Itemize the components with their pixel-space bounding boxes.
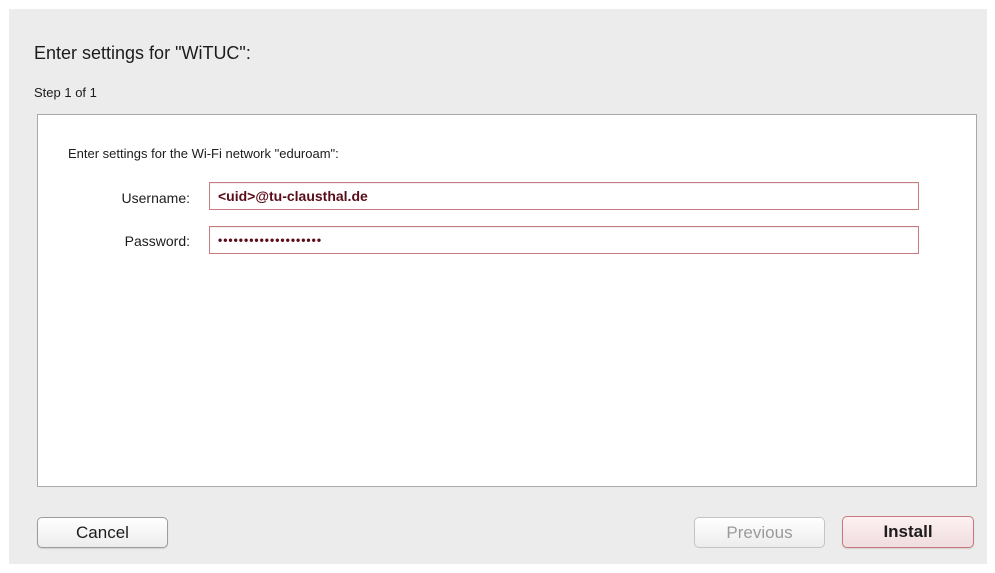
panel-heading: Enter settings for the Wi-Fi network "ed…	[68, 146, 339, 161]
dialog-title: Enter settings for "WiTUC":	[34, 43, 251, 63]
previous-button[interactable]: Previous	[694, 517, 825, 548]
step-indicator: Step 1 of 1	[34, 85, 97, 100]
cancel-button[interactable]: Cancel	[37, 517, 168, 548]
settings-panel: Enter settings for the Wi-Fi network "ed…	[37, 114, 977, 487]
install-button[interactable]: Install	[842, 516, 974, 548]
password-label: Password:	[124, 233, 190, 249]
settings-dialog: Enter settings for "WiTUC": Step 1 of 1 …	[9, 9, 987, 564]
username-label: Username:	[121, 190, 190, 206]
password-field[interactable]: ••••••••••••••••••••	[209, 226, 919, 254]
username-field[interactable]: <uid>@tu-clausthal.de	[209, 182, 919, 210]
